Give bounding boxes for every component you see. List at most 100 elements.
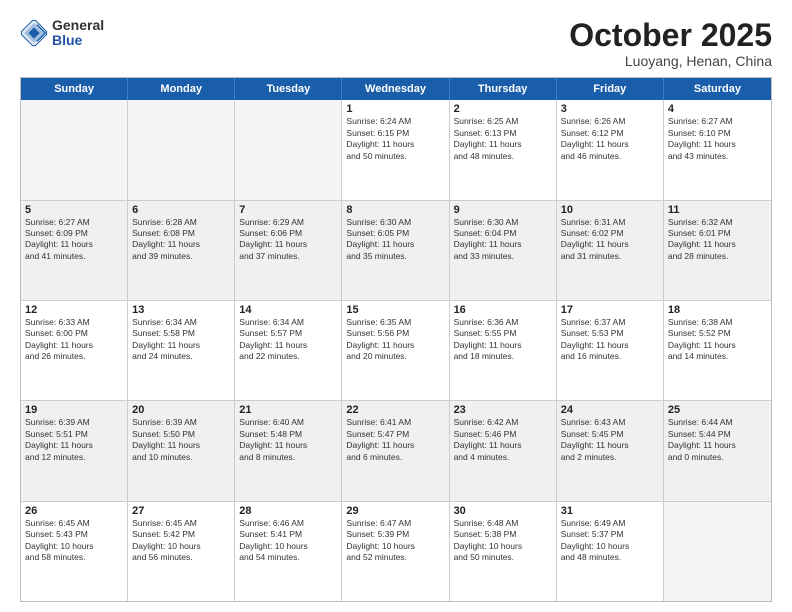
day-number: 14 [239, 304, 337, 316]
cell-details: Sunrise: 6:45 AMSunset: 5:42 PMDaylight:… [132, 518, 230, 564]
day-number: 21 [239, 404, 337, 416]
day-number: 20 [132, 404, 230, 416]
logo: General Blue [20, 18, 104, 49]
calendar-cell: 1Sunrise: 6:24 AMSunset: 6:15 PMDaylight… [342, 100, 449, 199]
day-number: 15 [346, 304, 444, 316]
day-number: 8 [346, 204, 444, 216]
day-number: 6 [132, 204, 230, 216]
calendar-body: 1Sunrise: 6:24 AMSunset: 6:15 PMDaylight… [21, 100, 771, 601]
calendar-cell: 31Sunrise: 6:49 AMSunset: 5:37 PMDayligh… [557, 502, 664, 601]
cell-details: Sunrise: 6:32 AMSunset: 6:01 PMDaylight:… [668, 217, 767, 263]
calendar-row-3: 19Sunrise: 6:39 AMSunset: 5:51 PMDayligh… [21, 400, 771, 500]
header-day-wednesday: Wednesday [342, 78, 449, 100]
calendar-cell: 5Sunrise: 6:27 AMSunset: 6:09 PMDaylight… [21, 201, 128, 300]
header-day-monday: Monday [128, 78, 235, 100]
header-day-tuesday: Tuesday [235, 78, 342, 100]
day-number: 29 [346, 505, 444, 517]
title-block: October 2025 Luoyang, Henan, China [569, 18, 772, 69]
day-number: 1 [346, 103, 444, 115]
cell-details: Sunrise: 6:28 AMSunset: 6:08 PMDaylight:… [132, 217, 230, 263]
day-number: 13 [132, 304, 230, 316]
cell-details: Sunrise: 6:39 AMSunset: 5:50 PMDaylight:… [132, 417, 230, 463]
cell-details: Sunrise: 6:33 AMSunset: 6:00 PMDaylight:… [25, 317, 123, 363]
cell-details: Sunrise: 6:47 AMSunset: 5:39 PMDaylight:… [346, 518, 444, 564]
day-number: 3 [561, 103, 659, 115]
calendar-cell: 11Sunrise: 6:32 AMSunset: 6:01 PMDayligh… [664, 201, 771, 300]
logo-blue: Blue [52, 33, 104, 48]
calendar-cell: 12Sunrise: 6:33 AMSunset: 6:00 PMDayligh… [21, 301, 128, 400]
calendar-cell: 21Sunrise: 6:40 AMSunset: 5:48 PMDayligh… [235, 401, 342, 500]
cell-details: Sunrise: 6:45 AMSunset: 5:43 PMDaylight:… [25, 518, 123, 564]
cell-details: Sunrise: 6:27 AMSunset: 6:09 PMDaylight:… [25, 217, 123, 263]
day-number: 17 [561, 304, 659, 316]
day-number: 18 [668, 304, 767, 316]
cell-details: Sunrise: 6:43 AMSunset: 5:45 PMDaylight:… [561, 417, 659, 463]
calendar-cell: 3Sunrise: 6:26 AMSunset: 6:12 PMDaylight… [557, 100, 664, 199]
calendar-cell: 24Sunrise: 6:43 AMSunset: 5:45 PMDayligh… [557, 401, 664, 500]
day-number: 11 [668, 204, 767, 216]
day-number: 7 [239, 204, 337, 216]
cell-details: Sunrise: 6:44 AMSunset: 5:44 PMDaylight:… [668, 417, 767, 463]
calendar-cell: 25Sunrise: 6:44 AMSunset: 5:44 PMDayligh… [664, 401, 771, 500]
location-subtitle: Luoyang, Henan, China [569, 53, 772, 69]
day-number: 24 [561, 404, 659, 416]
header-day-sunday: Sunday [21, 78, 128, 100]
calendar-row-4: 26Sunrise: 6:45 AMSunset: 5:43 PMDayligh… [21, 501, 771, 601]
logo-icon [20, 19, 48, 47]
day-number: 2 [454, 103, 552, 115]
cell-details: Sunrise: 6:39 AMSunset: 5:51 PMDaylight:… [25, 417, 123, 463]
cell-details: Sunrise: 6:48 AMSunset: 5:38 PMDaylight:… [454, 518, 552, 564]
day-number: 5 [25, 204, 123, 216]
logo-text: General Blue [52, 18, 104, 49]
cell-details: Sunrise: 6:31 AMSunset: 6:02 PMDaylight:… [561, 217, 659, 263]
calendar-cell [21, 100, 128, 199]
calendar-cell: 6Sunrise: 6:28 AMSunset: 6:08 PMDaylight… [128, 201, 235, 300]
day-number: 4 [668, 103, 767, 115]
month-title: October 2025 [569, 18, 772, 53]
calendar-row-0: 1Sunrise: 6:24 AMSunset: 6:15 PMDaylight… [21, 100, 771, 199]
calendar-cell: 2Sunrise: 6:25 AMSunset: 6:13 PMDaylight… [450, 100, 557, 199]
calendar-cell: 15Sunrise: 6:35 AMSunset: 5:56 PMDayligh… [342, 301, 449, 400]
calendar-cell: 17Sunrise: 6:37 AMSunset: 5:53 PMDayligh… [557, 301, 664, 400]
logo-general: General [52, 18, 104, 33]
calendar-cell: 8Sunrise: 6:30 AMSunset: 6:05 PMDaylight… [342, 201, 449, 300]
day-number: 28 [239, 505, 337, 517]
day-number: 10 [561, 204, 659, 216]
cell-details: Sunrise: 6:25 AMSunset: 6:13 PMDaylight:… [454, 116, 552, 162]
calendar-cell [664, 502, 771, 601]
calendar-cell: 13Sunrise: 6:34 AMSunset: 5:58 PMDayligh… [128, 301, 235, 400]
cell-details: Sunrise: 6:42 AMSunset: 5:46 PMDaylight:… [454, 417, 552, 463]
calendar-cell: 16Sunrise: 6:36 AMSunset: 5:55 PMDayligh… [450, 301, 557, 400]
day-number: 30 [454, 505, 552, 517]
cell-details: Sunrise: 6:27 AMSunset: 6:10 PMDaylight:… [668, 116, 767, 162]
calendar-cell: 27Sunrise: 6:45 AMSunset: 5:42 PMDayligh… [128, 502, 235, 601]
day-number: 31 [561, 505, 659, 517]
day-number: 12 [25, 304, 123, 316]
cell-details: Sunrise: 6:36 AMSunset: 5:55 PMDaylight:… [454, 317, 552, 363]
day-number: 22 [346, 404, 444, 416]
calendar-cell: 7Sunrise: 6:29 AMSunset: 6:06 PMDaylight… [235, 201, 342, 300]
cell-details: Sunrise: 6:37 AMSunset: 5:53 PMDaylight:… [561, 317, 659, 363]
calendar-cell: 26Sunrise: 6:45 AMSunset: 5:43 PMDayligh… [21, 502, 128, 601]
calendar-row-2: 12Sunrise: 6:33 AMSunset: 6:00 PMDayligh… [21, 300, 771, 400]
calendar-cell: 19Sunrise: 6:39 AMSunset: 5:51 PMDayligh… [21, 401, 128, 500]
cell-details: Sunrise: 6:38 AMSunset: 5:52 PMDaylight:… [668, 317, 767, 363]
cell-details: Sunrise: 6:34 AMSunset: 5:57 PMDaylight:… [239, 317, 337, 363]
calendar-cell: 30Sunrise: 6:48 AMSunset: 5:38 PMDayligh… [450, 502, 557, 601]
calendar: SundayMondayTuesdayWednesdayThursdayFrid… [20, 77, 772, 602]
calendar-cell: 29Sunrise: 6:47 AMSunset: 5:39 PMDayligh… [342, 502, 449, 601]
cell-details: Sunrise: 6:29 AMSunset: 6:06 PMDaylight:… [239, 217, 337, 263]
calendar-cell: 23Sunrise: 6:42 AMSunset: 5:46 PMDayligh… [450, 401, 557, 500]
calendar-cell: 10Sunrise: 6:31 AMSunset: 6:02 PMDayligh… [557, 201, 664, 300]
day-number: 19 [25, 404, 123, 416]
cell-details: Sunrise: 6:49 AMSunset: 5:37 PMDaylight:… [561, 518, 659, 564]
header-day-friday: Friday [557, 78, 664, 100]
cell-details: Sunrise: 6:41 AMSunset: 5:47 PMDaylight:… [346, 417, 444, 463]
cell-details: Sunrise: 6:40 AMSunset: 5:48 PMDaylight:… [239, 417, 337, 463]
cell-details: Sunrise: 6:30 AMSunset: 6:05 PMDaylight:… [346, 217, 444, 263]
header-day-saturday: Saturday [664, 78, 771, 100]
day-number: 27 [132, 505, 230, 517]
calendar-cell: 22Sunrise: 6:41 AMSunset: 5:47 PMDayligh… [342, 401, 449, 500]
calendar-cell [128, 100, 235, 199]
day-number: 9 [454, 204, 552, 216]
